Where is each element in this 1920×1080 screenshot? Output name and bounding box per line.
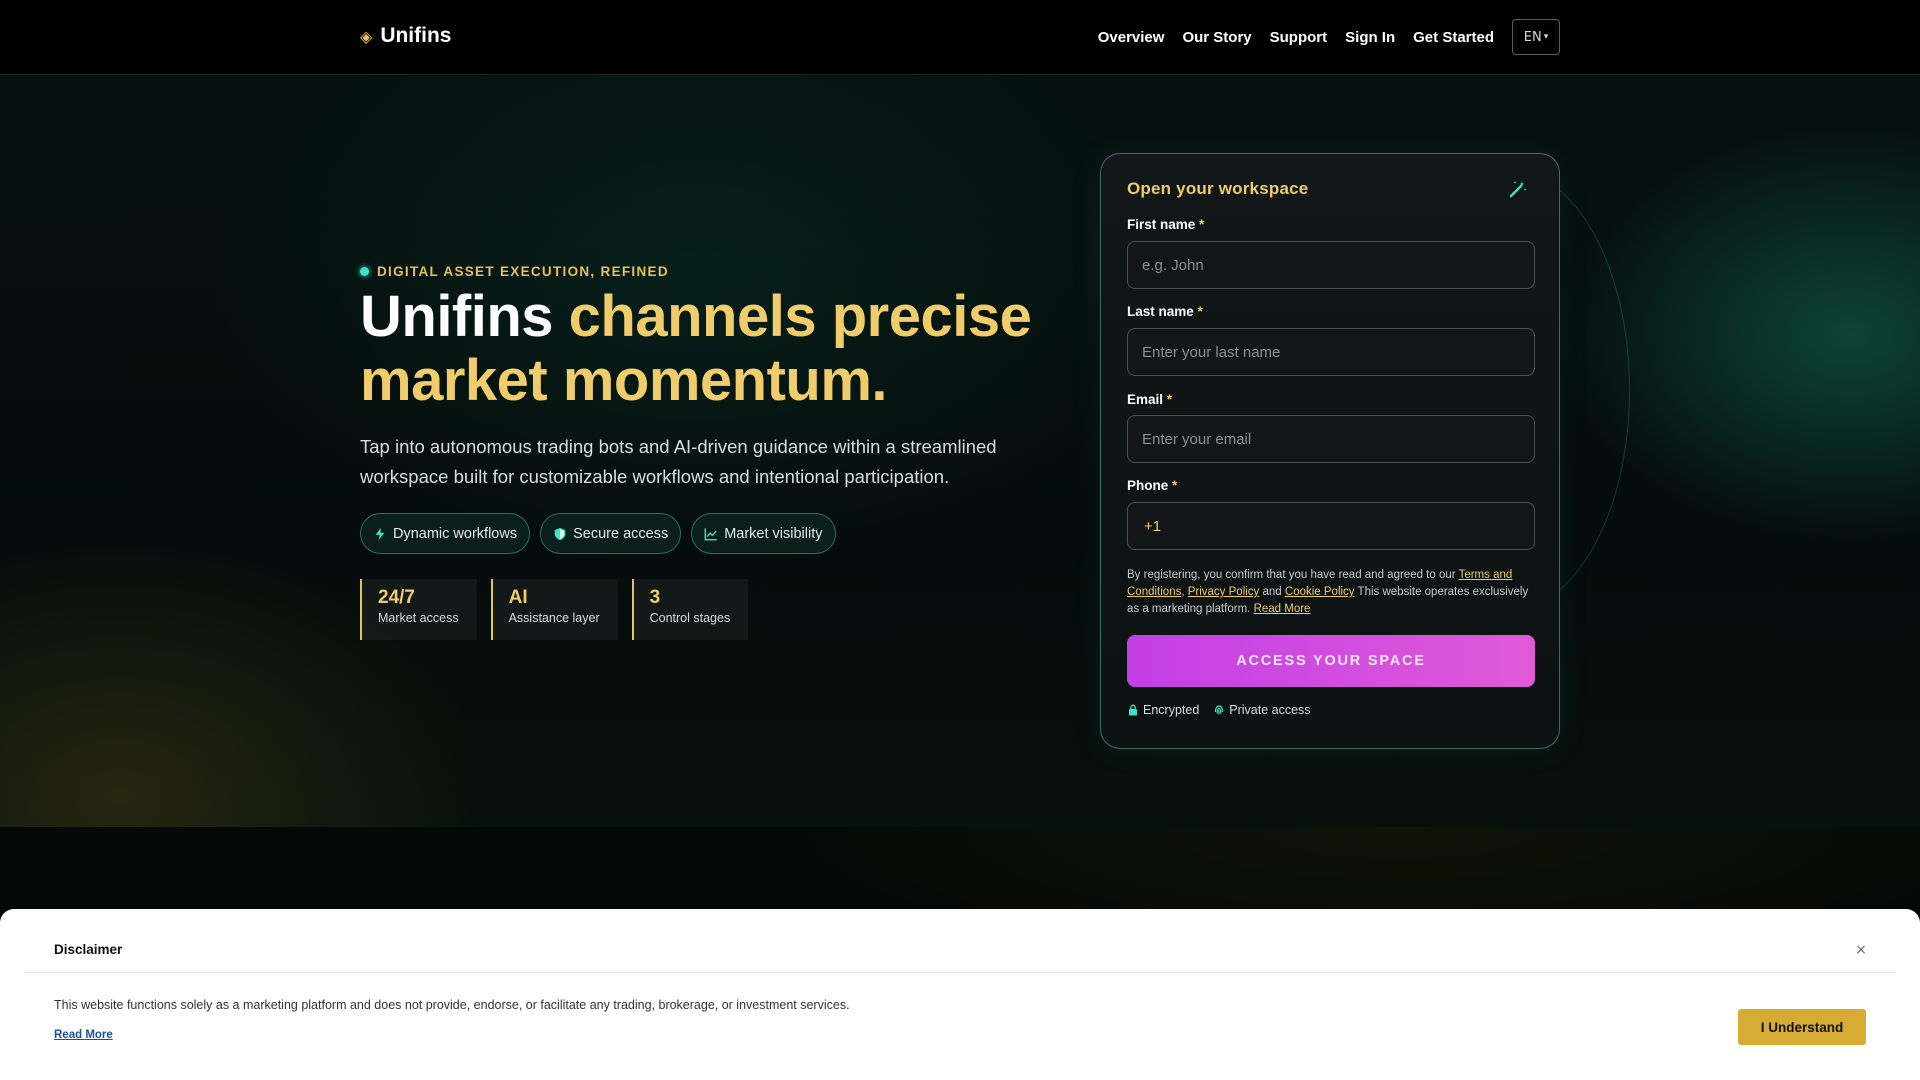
bolt-icon bbox=[375, 527, 385, 540]
language-selector[interactable]: EN ▾ bbox=[1512, 19, 1560, 55]
stat-value: 24/7 bbox=[378, 587, 415, 608]
magic-wand-icon bbox=[1509, 181, 1527, 198]
close-icon[interactable]: × bbox=[1852, 941, 1870, 959]
stats-row: 24/7 Market access AI Assistance layer 3… bbox=[360, 579, 749, 640]
hero-headline: Unifins channels precise market momentum… bbox=[360, 285, 1080, 413]
consent-and: and bbox=[1259, 586, 1285, 598]
headline-brand: Unifins bbox=[360, 284, 569, 349]
required-marker: * bbox=[1166, 392, 1173, 407]
pill-label: Market visibility bbox=[724, 525, 823, 542]
last-name-input[interactable] bbox=[1127, 328, 1535, 376]
trust-badges: Encrypted Private access bbox=[1127, 703, 1311, 717]
signup-form: Open your workspace First name * Last na… bbox=[1100, 153, 1560, 749]
disclaimer-read-more-link[interactable]: Read More bbox=[54, 1029, 113, 1041]
email-input[interactable] bbox=[1127, 415, 1535, 463]
disclaimer-banner: Disclaimer × This website functions sole… bbox=[0, 909, 1920, 1080]
nav-support[interactable]: Support bbox=[1270, 29, 1328, 46]
stat-value: AI bbox=[508, 587, 528, 608]
phone-country-code: +1 bbox=[1144, 517, 1162, 535]
fingerprint-icon bbox=[1215, 705, 1224, 715]
read-more-link[interactable]: Read More bbox=[1254, 603, 1311, 615]
first-name-input[interactable] bbox=[1127, 241, 1535, 289]
hero-eyebrow: DIGITAL ASSET EXECUTION, REFINED bbox=[360, 264, 669, 279]
cookie-link[interactable]: Cookie Policy bbox=[1285, 586, 1355, 598]
access-your-space-button[interactable]: ACCESS YOUR SPACE bbox=[1127, 635, 1535, 687]
eyebrow-text: DIGITAL ASSET EXECUTION, REFINED bbox=[377, 264, 669, 279]
disclaimer-divider bbox=[24, 972, 1896, 973]
stat-assistance-layer: AI Assistance layer bbox=[490, 579, 618, 640]
stat-label: Market access bbox=[378, 611, 459, 625]
hero-description: Tap into autonomous trading bots and AI-… bbox=[360, 436, 997, 487]
disclaimer-title: Disclaimer bbox=[54, 942, 123, 957]
pill-market-visibility: Market visibility bbox=[691, 513, 836, 554]
site-header: ◈ Unifins Overview Our Story Support Sig… bbox=[0, 0, 1920, 75]
required-marker: * bbox=[1199, 217, 1205, 232]
stat-control-stages: 3 Control stages bbox=[631, 579, 749, 640]
shield-icon bbox=[554, 527, 566, 540]
email-label-text: Email bbox=[1127, 392, 1164, 407]
i-understand-button[interactable]: I Understand bbox=[1738, 1009, 1866, 1045]
pill-dynamic-workflows: Dynamic workflows bbox=[360, 513, 531, 554]
nav-sign-in[interactable]: Sign In bbox=[1345, 29, 1395, 46]
nav-overview[interactable]: Overview bbox=[1098, 29, 1165, 46]
privacy-link[interactable]: Privacy Policy bbox=[1188, 586, 1260, 598]
main-nav: Overview Our Story Support Sign In Get S… bbox=[1098, 19, 1560, 55]
trust-private-label: Private access bbox=[1229, 703, 1311, 717]
status-dot-icon bbox=[360, 267, 369, 276]
language-label: EN bbox=[1523, 29, 1542, 45]
chart-line-icon bbox=[704, 527, 717, 540]
nav-get-started[interactable]: Get Started bbox=[1413, 29, 1494, 46]
required-marker: * bbox=[1197, 304, 1203, 319]
pill-secure-access: Secure access bbox=[540, 513, 682, 554]
last-name-label: Last name * bbox=[1127, 304, 1203, 319]
first-name-label: First name * bbox=[1127, 217, 1204, 232]
chevron-down-icon: ▾ bbox=[1543, 32, 1549, 42]
disclaimer-text: This website functions solely as a marke… bbox=[54, 998, 850, 1012]
consent-text: By registering, you confirm that you hav… bbox=[1127, 567, 1537, 618]
phone-label: Phone * bbox=[1127, 478, 1177, 493]
pill-label: Secure access bbox=[573, 525, 669, 542]
phone-label-text: Phone bbox=[1127, 478, 1169, 493]
stat-label: Control stages bbox=[649, 611, 731, 625]
phone-input[interactable]: +1 bbox=[1127, 502, 1535, 550]
stat-value: 3 bbox=[649, 587, 661, 608]
diamond-icon: ◈ bbox=[360, 26, 373, 46]
trust-encrypted-label: Encrypted bbox=[1143, 703, 1200, 717]
email-label: Email * bbox=[1127, 392, 1172, 407]
nav-our-story[interactable]: Our Story bbox=[1182, 29, 1251, 46]
consent-prefix: By registering, you confirm that you hav… bbox=[1127, 569, 1459, 581]
logo[interactable]: ◈ Unifins bbox=[360, 24, 451, 48]
pill-label: Dynamic workflows bbox=[393, 525, 518, 542]
trust-encrypted: Encrypted bbox=[1127, 703, 1199, 717]
trust-private: Private access bbox=[1213, 703, 1311, 717]
first-name-label-text: First name bbox=[1127, 217, 1196, 232]
last-name-label-text: Last name bbox=[1127, 304, 1194, 319]
logo-text: Unifins bbox=[380, 24, 452, 47]
form-title: Open your workspace bbox=[1127, 179, 1309, 198]
lock-icon bbox=[1129, 704, 1137, 716]
stat-label: Assistance layer bbox=[508, 611, 600, 625]
required-marker: * bbox=[1172, 478, 1178, 493]
stat-market-access: 24/7 Market access bbox=[360, 579, 477, 640]
feature-pills: Dynamic workflows Secure access Market v… bbox=[360, 513, 836, 554]
